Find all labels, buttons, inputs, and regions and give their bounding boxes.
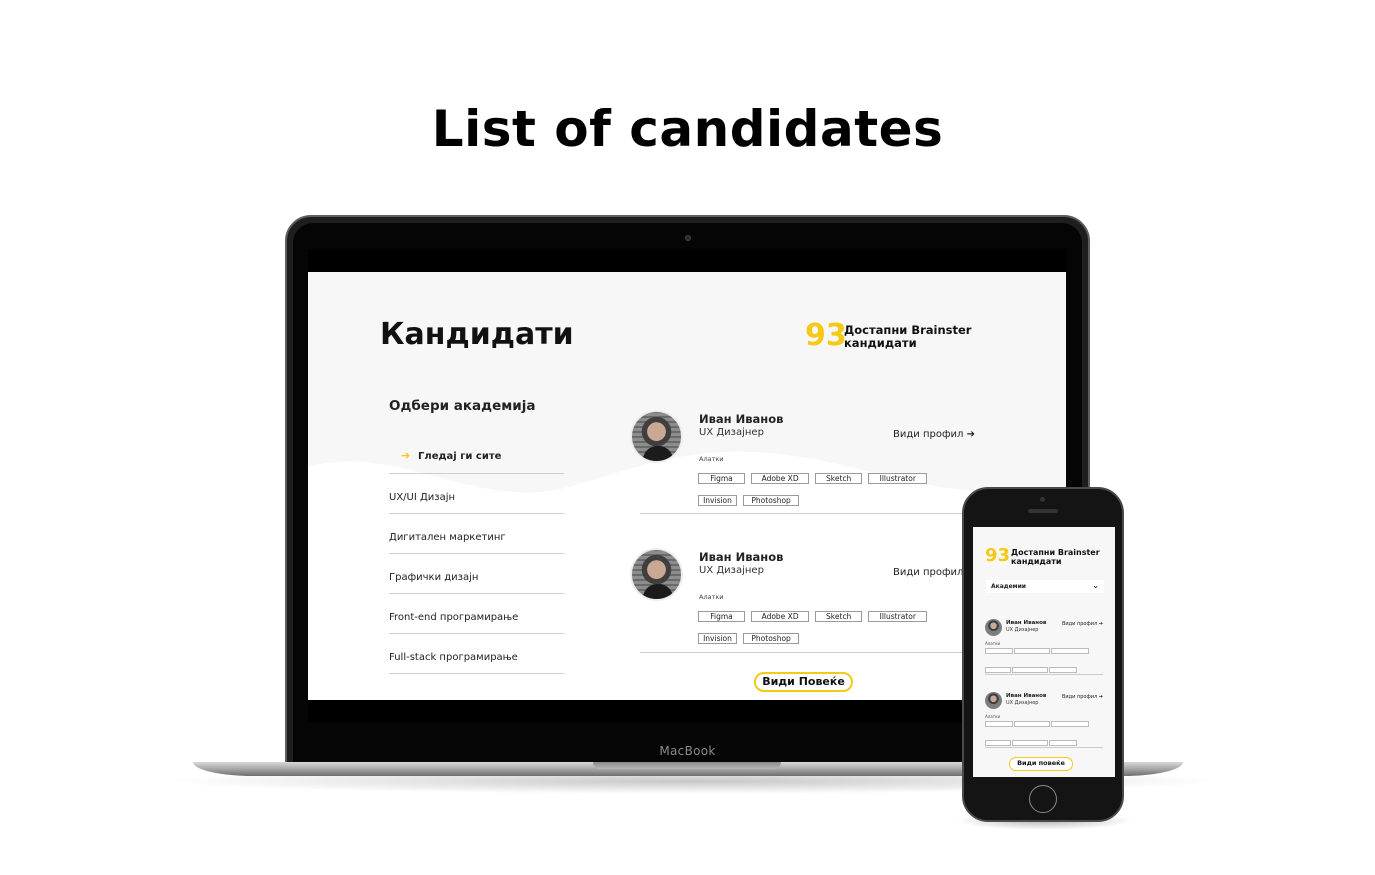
academy-filter-list: ➔ Гледај ги сите UX/UI Дизајн Дигитален … [389,437,564,674]
view-profile-link[interactable]: Види профил ➔ [1062,694,1103,700]
phone-screen: 93 Достапни Brainster кандидати Академии… [973,527,1115,777]
view-profile-link[interactable]: Види профил ➔ [893,429,975,440]
filter-item-graphic-design[interactable]: Графички дизајн [389,554,564,594]
tool-tag [1049,667,1077,673]
view-profile-link[interactable]: Види профил [893,567,963,578]
candidate-count-label: Достапни Brainster кандидати [844,323,972,350]
card-divider [640,652,980,653]
filter-item-label: UX/UI Дизајн [389,492,456,503]
candidate-name: Иван Иванов [1006,620,1047,626]
candidate-name: Иван Иванов [699,412,784,426]
tool-tag [1049,740,1077,746]
chevron-down-icon: ⌄ [1092,581,1099,590]
tool-tag: Illustrator [868,611,928,622]
avatar [630,548,683,601]
tool-tag: Sketch [815,473,863,484]
tool-tag [1051,648,1089,654]
tool-tag: Sketch [815,611,863,622]
academy-select-value: Академии [991,583,1026,590]
avatar [630,410,683,463]
view-profile-label: Види профил [893,429,964,440]
filter-item-label: Графички дизајн [389,572,479,583]
arrow-right-icon: ➔ [966,429,975,440]
tool-tags [985,721,1103,759]
tool-tag: Invision [698,633,737,644]
tool-tag [1051,721,1089,727]
tool-tag [985,667,1011,673]
phone-home-button[interactable] [1029,785,1057,813]
laptop-screen: Кандидати 93 Достапни Brainster кандидат… [308,249,1066,722]
arrow-right-icon: ➔ [1098,621,1103,627]
tool-tag: Adobe XD [751,473,810,484]
tool-tag: Figma [698,473,745,484]
view-profile-label: Види профил [893,567,964,578]
tools-label: Алатки [985,714,1001,719]
card-divider [985,674,1103,675]
tool-tag: Adobe XD [751,611,810,622]
arrow-right-icon: ➔ [401,449,411,462]
candidate-name: Иван Иванов [699,550,784,564]
avatar [985,619,1002,636]
candidate-count: 93 [805,318,847,353]
view-profile-label: Види профил [1062,694,1098,700]
page-title: List of candidates [431,100,944,158]
tool-tag: Figma [698,611,745,622]
candidate-name: Иван Иванов [1006,693,1047,699]
filter-title: Одбери академија [389,398,536,414]
tool-tag [985,721,1013,727]
filter-item-digital-marketing[interactable]: Дигитален маркетинг [389,514,564,554]
tool-tag: Photoshop [743,495,800,506]
filter-item-ux-ui[interactable]: UX/UI Дизајн [389,474,564,514]
filter-item-all[interactable]: ➔ Гледај ги сите [389,437,564,474]
candidate-card: Иван Иванов UX Дизајнер Види профил ➔ Ал… [985,619,1103,679]
tool-tag: Invision [698,495,737,506]
tool-tag [1014,648,1050,654]
tool-tags [985,648,1103,686]
candidate-card: Иван Иванов UX Дизајнер Види профил Алат… [630,548,970,668]
filter-item-label: Full-stack програмирање [389,652,518,663]
tool-tags: Figma Adobe XD Sketch Illustrator Invisi… [698,604,938,648]
filter-item-label: Дигитален маркетинг [389,532,506,543]
candidate-role: UX Дизајнер [699,427,764,438]
laptop-notch [593,762,781,769]
filter-item-label: Гледај ги сите [418,451,502,462]
view-profile-label: Види профил [1062,621,1098,627]
camera-icon [685,235,691,241]
candidate-role: UX Дизајнер [699,565,764,576]
filter-item-fullstack[interactable]: Full-stack програмирање [389,634,564,674]
tool-tags: Figma Adobe XD Sketch Illustrator Invisi… [698,466,938,510]
arrow-right-icon: ➔ [1098,694,1103,700]
candidate-count: 93 [985,545,1011,566]
academy-select[interactable]: Академии ⌄ [986,580,1104,593]
phone-speaker [1028,509,1058,513]
tools-label: Алатки [699,455,724,463]
tool-tag: Photoshop [743,633,800,644]
candidate-card: Иван Иванов UX Дизајнер Види профил ➔ Ал… [630,410,975,530]
candidate-role: UX Дизајнер [1006,627,1039,633]
tool-tag: Illustrator [868,473,928,484]
avatar [985,692,1002,709]
card-divider [985,747,1103,748]
tool-tag [1014,721,1050,727]
tools-label: Алатки [985,641,1001,646]
view-profile-link[interactable]: Види профил ➔ [1062,621,1103,627]
tool-tag [1012,667,1048,673]
tool-tag [985,740,1011,746]
filter-item-label: Front-end програмирање [389,612,519,623]
candidate-count-label: Достапни Brainster кандидати [1011,548,1100,566]
candidate-role: UX Дизајнер [1006,700,1039,706]
laptop-brand: MacBook [659,744,716,758]
see-more-button[interactable]: Види повеќе [1009,757,1073,771]
filter-item-frontend[interactable]: Front-end програмирање [389,594,564,634]
page-heading: Кандидати [380,317,574,352]
candidate-card: Иван Иванов UX Дизајнер Види профил ➔ Ал… [985,692,1103,752]
tool-tag [985,648,1013,654]
tool-tag [1012,740,1048,746]
card-divider [640,513,980,514]
candidates-page: Кандидати 93 Достапни Brainster кандидат… [308,272,1066,700]
tools-label: Алатки [699,593,724,601]
see-more-button[interactable]: Види Повеќе [754,672,853,692]
phone-camera-icon [1040,497,1045,502]
